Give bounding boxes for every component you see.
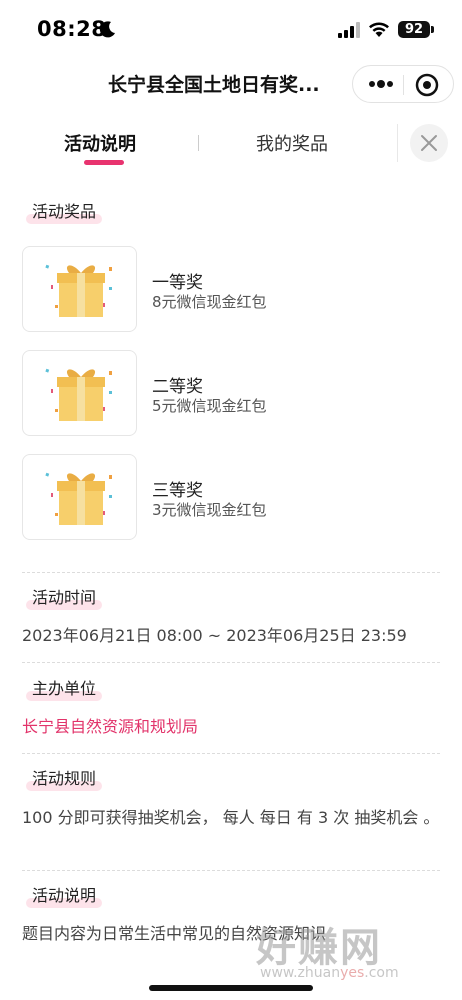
prize-image — [22, 350, 137, 436]
section-label-desc: 活动说明 — [26, 882, 103, 908]
tab-divider — [198, 135, 199, 151]
prize-item: 二等奖 5元微信现金红包 — [22, 350, 442, 436]
gift-box-icon — [45, 472, 112, 525]
home-indicator[interactable] — [149, 985, 313, 991]
close-icon — [421, 135, 437, 151]
wifi-icon — [369, 22, 389, 37]
divider — [22, 870, 440, 871]
prize-item: 三等奖 3元微信现金红包 — [22, 454, 442, 540]
gift-box-icon — [45, 368, 112, 421]
activity-rules: 100 分即可获得抽奖机会， 每人 每日 有 3 次 抽奖机会 。 — [22, 808, 440, 827]
exit-target-icon[interactable] — [415, 73, 439, 97]
battery-tip — [431, 26, 434, 33]
prize-desc: 8元微信现金红包 — [152, 293, 267, 311]
prize-item: 一等奖 8元微信现金红包 — [22, 246, 442, 332]
close-divider — [397, 124, 398, 162]
tab-my-prizes[interactable]: 我的奖品 — [256, 130, 328, 156]
gift-box-icon — [45, 264, 112, 317]
organizer-name: 长宁县自然资源和规划局 — [22, 717, 199, 736]
section-label-organizer: 主办单位 — [26, 675, 103, 701]
divider — [22, 572, 440, 573]
watermark-logo: 好赚网 www.zhuanyes.com — [248, 915, 444, 985]
close-button[interactable] — [410, 124, 448, 162]
tab-active-indicator — [84, 160, 124, 165]
signal-icon — [338, 22, 360, 38]
prize-image — [22, 246, 137, 332]
prize-name: 一等奖 — [152, 273, 203, 293]
tab-bar: 活动说明 我的奖品 — [0, 118, 462, 172]
capsule-divider — [403, 75, 404, 95]
prize-image — [22, 454, 137, 540]
battery-icon: 92 — [398, 21, 430, 38]
more-icon[interactable] — [366, 74, 396, 94]
mini-program-capsule — [352, 65, 454, 103]
prize-desc: 5元微信现金红包 — [152, 397, 267, 415]
prize-desc: 3元微信现金红包 — [152, 501, 267, 519]
status-time: 08:28 — [37, 17, 107, 41]
divider — [22, 662, 440, 663]
prize-name: 二等奖 — [152, 377, 203, 397]
watermark-url: www.zhuanyes.com — [260, 965, 399, 981]
status-bar: 08:28 92 — [0, 0, 462, 62]
section-label-rules: 活动规则 — [26, 765, 103, 791]
page-title: 长宁县全国土地日有奖... — [108, 74, 320, 96]
activity-time: 2023年06月21日 08:00 ~ 2023年06月25日 23:59 — [22, 626, 407, 645]
moon-icon — [99, 21, 115, 38]
nav-bar: 长宁县全国土地日有奖... — [0, 62, 462, 106]
divider — [22, 753, 440, 754]
section-label-prizes: 活动奖品 — [26, 198, 103, 224]
prize-name: 三等奖 — [152, 481, 203, 501]
section-label-time: 活动时间 — [26, 584, 103, 610]
tab-activity-info[interactable]: 活动说明 — [64, 130, 136, 156]
